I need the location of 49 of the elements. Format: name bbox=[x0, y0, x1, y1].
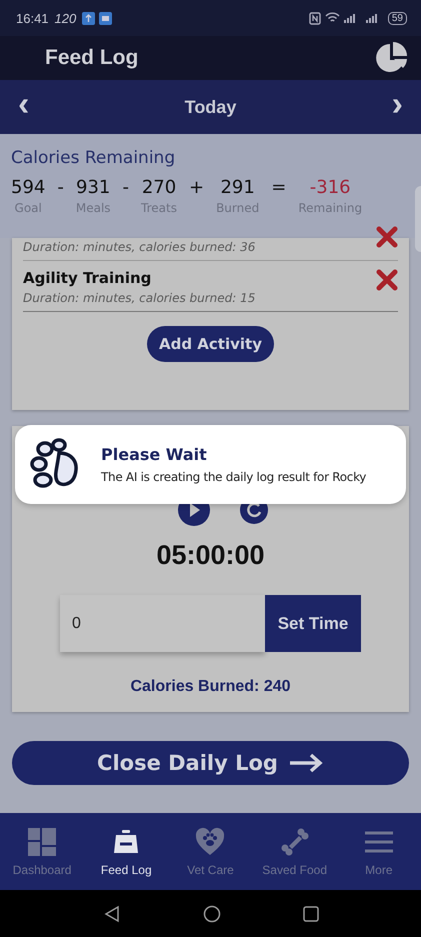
operator: - bbox=[122, 177, 130, 198]
activity-name: Agility Training bbox=[23, 269, 152, 287]
status-time: 16:41 bbox=[16, 10, 49, 26]
calorie-label: Meals bbox=[76, 201, 111, 215]
add-activity-button[interactable]: Add Activity bbox=[147, 326, 274, 362]
date-label: Today bbox=[184, 96, 236, 118]
time-input[interactable]: 0 bbox=[60, 595, 265, 652]
back-icon[interactable] bbox=[102, 904, 120, 922]
operator: - bbox=[56, 177, 65, 198]
calorie-label: Treats bbox=[141, 201, 177, 215]
app-icon bbox=[99, 12, 112, 24]
page-title: Feed Log bbox=[45, 46, 138, 70]
heart-paw-icon bbox=[195, 826, 226, 856]
home-icon[interactable] bbox=[202, 904, 220, 922]
section-title: Calories Remaining bbox=[11, 148, 176, 168]
toast-message: The AI is creating the daily log result for Rocky bbox=[101, 470, 366, 484]
upload-icon bbox=[82, 12, 96, 24]
calorie-label: Remaining bbox=[298, 201, 362, 215]
calorie-label: Goal bbox=[14, 201, 42, 215]
operator: = bbox=[270, 177, 288, 198]
previous-day-button[interactable]: ‹ bbox=[14, 87, 34, 127]
recents-icon[interactable] bbox=[302, 906, 318, 922]
delete-icon[interactable] bbox=[376, 226, 398, 248]
toast-title: Please Wait bbox=[101, 445, 208, 464]
calorie-value: 594 bbox=[11, 177, 46, 198]
bone-icon bbox=[280, 826, 310, 856]
activity-details: Duration: minutes, calories burned: 36 bbox=[23, 240, 256, 254]
calorie-value: 291 bbox=[220, 177, 255, 198]
battery-indicator: 59 bbox=[388, 12, 407, 24]
pie-chart-icon[interactable] bbox=[375, 41, 409, 75]
nav-tab[interactable]: Feed Log bbox=[84, 826, 168, 876]
calorie-value: 270 bbox=[142, 177, 176, 198]
calorie-value: 931 bbox=[76, 177, 110, 198]
scroll-handle[interactable] bbox=[415, 186, 421, 252]
nfc-icon bbox=[308, 12, 321, 24]
delete-icon[interactable] bbox=[376, 269, 398, 291]
next-day-button[interactable]: › bbox=[388, 87, 407, 127]
calorie-value: -316 bbox=[310, 177, 351, 198]
close-daily-log-button[interactable]: Close Daily Log bbox=[12, 740, 409, 784]
calorie-label: Burned bbox=[216, 201, 260, 215]
refresh-rate: 120 bbox=[54, 10, 76, 26]
operator: + bbox=[188, 177, 206, 198]
set-time-button[interactable]: Set Time bbox=[265, 595, 361, 652]
calories-burned: Calories Burned: 240 bbox=[130, 678, 291, 696]
dashboard-icon bbox=[27, 826, 58, 856]
timer-display: 05:00:00 bbox=[156, 540, 265, 571]
wifi-icon bbox=[324, 12, 340, 24]
arrow-right-icon bbox=[288, 752, 324, 772]
activity-details: Duration: minutes, calories burned: 15 bbox=[23, 291, 256, 305]
